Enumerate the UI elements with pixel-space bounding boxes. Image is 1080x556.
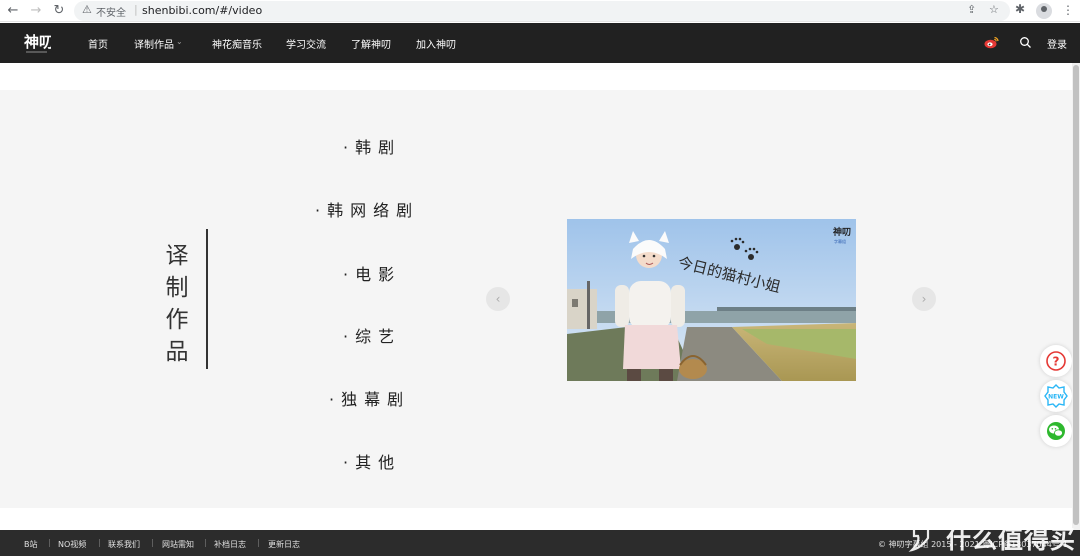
section-title-char: 品 (165, 339, 189, 365)
back-icon[interactable]: ← (4, 2, 22, 20)
footer-link-contact[interactable]: 联系我们 (108, 539, 140, 550)
footer-separator: | (257, 538, 260, 547)
carousel-slide[interactable]: 今日的猫村小姐 神叨 字幕组 (567, 219, 856, 381)
nav-music[interactable]: 神花痴音乐 (212, 36, 262, 51)
carousel-prev-button[interactable]: ‹ (486, 287, 510, 311)
slide-poster-image: 今日的猫村小姐 神叨 字幕组 (567, 219, 856, 381)
category-movie[interactable]: ·电影 (343, 261, 401, 285)
weibo-icon[interactable] (984, 35, 999, 49)
svg-text:?: ? (1053, 355, 1060, 369)
footer-link-update-log[interactable]: 更新日志 (268, 539, 300, 550)
nav-join[interactable]: 加入神叨 (416, 36, 456, 51)
category-variety[interactable]: ·综艺 (343, 323, 401, 347)
footer-link-novideo[interactable]: NO视频 (58, 539, 86, 550)
slide-badge: 神叨 (833, 226, 851, 238)
category-one-act-drama[interactable]: ·独幕剧 (329, 386, 410, 410)
search-icon[interactable] (1019, 36, 1032, 49)
footer-separator: | (151, 538, 154, 547)
carousel-next-button[interactable]: › (912, 287, 936, 311)
footer-link-notice[interactable]: 网站需知 (162, 539, 194, 550)
page-scrollbar[interactable] (1072, 63, 1080, 530)
address-separator: | (134, 3, 138, 16)
site-header: 神叨 首页 译制作品 ⌄ 神花痴音乐 学习交流 了解神叨 加入神叨 登录 (0, 23, 1080, 63)
nav-home[interactable]: 首页 (88, 36, 108, 51)
slide-badge-sub: 字幕组 (834, 238, 846, 244)
footer-separator: | (98, 538, 101, 547)
forward-icon[interactable]: → (27, 2, 45, 20)
section-title-char: 作 (165, 307, 189, 333)
new-badge-icon: NEW (1044, 384, 1068, 408)
wechat-icon (1047, 422, 1065, 440)
logo-text: 神叨 (24, 33, 51, 51)
reload-icon[interactable]: ↻ (50, 2, 68, 20)
help-button[interactable]: ? (1040, 345, 1072, 377)
section-title-char: 译 (165, 243, 189, 269)
url-text[interactable]: shenbibi.com/#/video (142, 4, 262, 17)
nav-about[interactable]: 了解神叨 (351, 36, 391, 51)
title-divider (206, 229, 208, 369)
nav-learning[interactable]: 学习交流 (286, 36, 326, 51)
footer-link-bilibili[interactable]: B站 (24, 539, 38, 550)
help-icon: ? (1046, 351, 1066, 371)
wechat-button[interactable] (1040, 415, 1072, 447)
footer-separator: | (204, 538, 207, 547)
logo-mark-icon: 神叨 (24, 33, 54, 53)
extensions-icon[interactable]: ✱ (1015, 2, 1025, 16)
footer-separator: | (48, 538, 51, 547)
warning-icon: ⚠ (82, 3, 92, 16)
section-title-char: 制 (165, 275, 189, 301)
chevron-down-icon[interactable]: ⌄ (176, 37, 183, 46)
browser-menu-icon[interactable]: ⋮ (1062, 3, 1074, 17)
category-other[interactable]: ·其他 (343, 449, 401, 473)
footer-link-backup-log[interactable]: 补档日志 (214, 539, 246, 550)
new-button[interactable]: NEW (1040, 380, 1072, 412)
svg-text:NEW: NEW (1048, 394, 1064, 401)
share-icon[interactable]: ⇪ (967, 3, 976, 16)
nav-works[interactable]: 译制作品 (134, 36, 174, 51)
login-link[interactable]: 登录 (1047, 36, 1067, 51)
category-korean-web-drama[interactable]: ·韩网络剧 (315, 197, 419, 221)
category-korean-drama[interactable]: ·韩剧 (343, 134, 401, 158)
watermark-text: 什么值得买 (946, 525, 1077, 554)
scrollbar-thumb[interactable] (1073, 65, 1079, 525)
section-title: 译 制 作 品 (164, 240, 190, 368)
security-label: 不安全 (96, 8, 126, 19)
site-logo[interactable]: 神叨 (23, 30, 54, 57)
address-bar[interactable]: ⚠ 不安全 | shenbibi.com/#/video (74, 1, 1010, 21)
bookmark-star-icon[interactable]: ☆ (989, 3, 999, 16)
browser-toolbar: ← → ↻ ⚠ 不安全 | shenbibi.com/#/video ⇪ ☆ ✱… (0, 0, 1080, 22)
profile-avatar-icon[interactable] (1036, 3, 1052, 19)
